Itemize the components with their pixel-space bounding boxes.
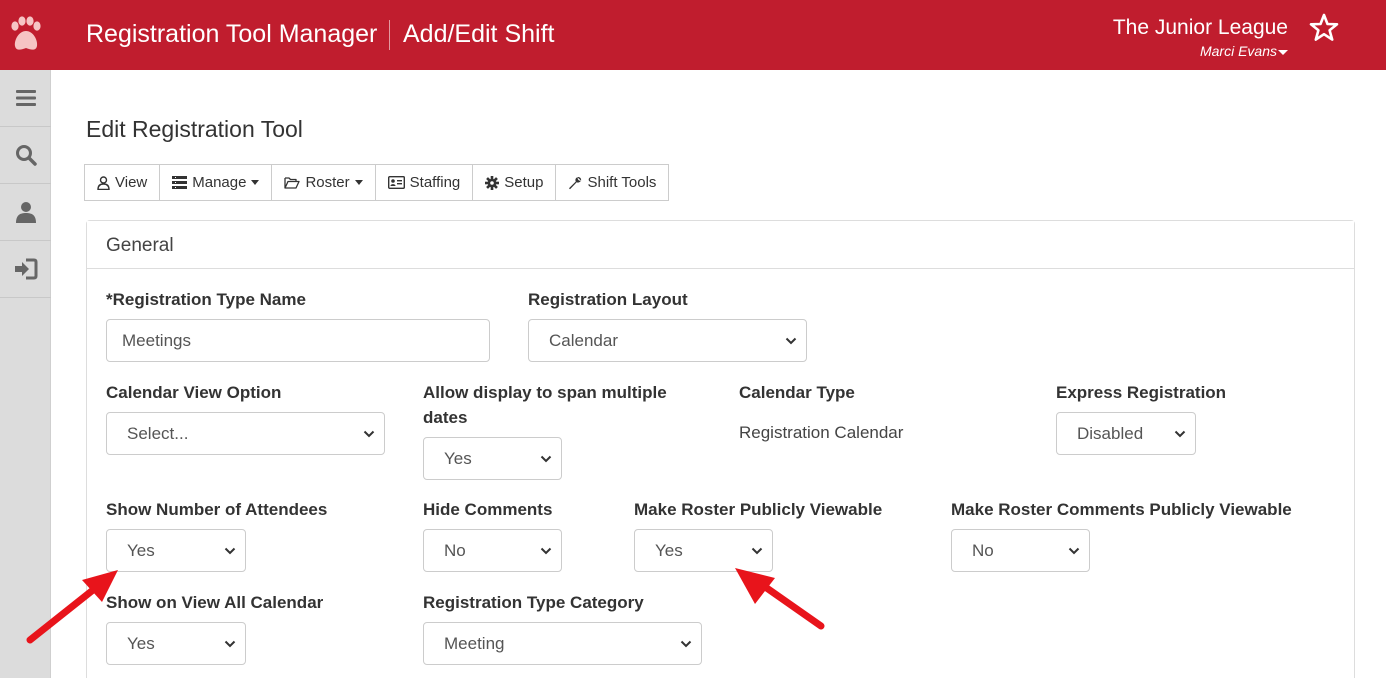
shift-tools-button[interactable]: Shift Tools [555, 164, 670, 201]
organization-name: The Junior League [1112, 16, 1288, 39]
search-icon [15, 145, 37, 166]
registration-type-name-value: Meetings [122, 330, 191, 350]
chevron-down-icon [1174, 430, 1186, 438]
allow-span-dates-value: Yes [444, 448, 472, 468]
list-icon [172, 176, 188, 189]
calendar-view-option-value: Select... [127, 423, 189, 443]
folder-open-icon [284, 177, 301, 189]
view-label: View [115, 174, 148, 191]
registration-type-category-value: Meeting [444, 633, 505, 653]
roster-public-select[interactable]: Yes [634, 529, 773, 572]
caret-down-icon [251, 180, 260, 185]
user-name: Marci Evans [1199, 43, 1277, 59]
logout-icon [14, 258, 37, 280]
sidebar-item-search[interactable] [0, 127, 51, 184]
chevron-down-icon [540, 455, 552, 463]
hide-comments-label: Hide Comments [423, 500, 553, 519]
registration-layout-label: Registration Layout [528, 290, 688, 309]
star-icon[interactable] [1309, 13, 1339, 43]
registration-type-category-select[interactable]: Meeting [423, 622, 702, 665]
roster-comments-public-value: No [972, 540, 994, 560]
top-navbar: Registration Tool Manager Add/Edit Shift… [0, 0, 1386, 70]
caret-down-icon [354, 180, 363, 185]
id-card-icon [387, 176, 405, 189]
user-menu[interactable]: Marci Evans [1200, 43, 1288, 59]
view-button[interactable]: View [84, 164, 161, 201]
show-number-attendees-select[interactable]: Yes [106, 529, 246, 572]
sidebar-item-user[interactable] [0, 184, 51, 241]
allow-span-dates-select[interactable]: Yes [423, 437, 562, 480]
show-on-view-all-value: Yes [127, 633, 155, 653]
user-outline-icon [97, 175, 110, 190]
hide-comments-select[interactable]: No [423, 529, 562, 572]
staffing-button[interactable]: Staffing [374, 164, 474, 201]
show-number-attendees-value: Yes [127, 540, 155, 560]
calendar-type-value: Registration Calendar [739, 423, 904, 442]
panel-heading: General [87, 221, 1354, 269]
express-registration-select[interactable]: Disabled [1056, 412, 1196, 455]
registration-type-name-input[interactable]: Meetings [106, 319, 490, 362]
show-on-view-all-label: Show on View All Calendar [106, 593, 324, 612]
show-on-view-all-select[interactable]: Yes [106, 622, 246, 665]
setup-button[interactable]: Setup [472, 164, 557, 201]
chevron-down-icon [363, 430, 375, 438]
roster-public-value: Yes [655, 540, 683, 560]
sidebar [0, 70, 51, 678]
page-breadcrumb: Add/Edit Shift [403, 20, 555, 48]
user-icon [15, 202, 36, 223]
calendar-view-option-select[interactable]: Select... [106, 412, 385, 455]
allow-span-dates-label: Allow display to span multiple dates [423, 383, 667, 427]
shift-tools-label: Shift Tools [587, 174, 657, 191]
page-title: Edit Registration Tool [86, 116, 303, 142]
tool-toolbar: View Manage Roster Staffing Setup Shift … [84, 164, 670, 201]
roster-label: Roster [305, 174, 350, 191]
setup-label: Setup [504, 174, 544, 191]
chevron-down-icon [751, 547, 763, 555]
roster-comments-public-label: Make Roster Comments Publicly Viewable [951, 500, 1292, 519]
roster-public-label: Make Roster Publicly Viewable [634, 500, 883, 519]
calendar-type-label: Calendar Type [739, 383, 855, 402]
sidebar-item-menu[interactable] [0, 70, 51, 127]
chevron-down-icon [224, 640, 236, 648]
registration-type-category-label: Registration Type Category [423, 593, 644, 612]
roster-comments-public-select[interactable]: No [951, 529, 1090, 572]
registration-type-name-label: *Registration Type Name [106, 290, 306, 309]
staffing-label: Staffing [409, 174, 461, 191]
calendar-view-option-label: Calendar View Option [106, 383, 282, 402]
gear-icon [485, 175, 500, 190]
chevron-down-icon [224, 547, 236, 555]
chevron-down-icon [540, 547, 552, 555]
manage-label: Manage [192, 174, 247, 191]
paw-icon[interactable] [8, 16, 42, 54]
roster-dropdown-button[interactable]: Roster [271, 164, 376, 201]
wrench-icon [569, 176, 582, 189]
express-registration-value: Disabled [1077, 423, 1144, 443]
manage-dropdown-button[interactable]: Manage [159, 164, 273, 201]
chevron-down-icon [1068, 547, 1080, 555]
show-number-attendees-label: Show Number of Attendees [106, 500, 328, 519]
caret-down-icon [1278, 49, 1288, 55]
registration-layout-value: Calendar [549, 330, 618, 350]
chevron-down-icon [680, 640, 692, 648]
app-title: Registration Tool Manager [86, 20, 378, 48]
hide-comments-value: No [444, 540, 466, 560]
sidebar-item-logout[interactable] [0, 241, 51, 298]
title-divider [389, 20, 390, 50]
registration-layout-select[interactable]: Calendar [528, 319, 807, 362]
menu-icon [15, 90, 36, 106]
chevron-down-icon [785, 337, 797, 345]
express-registration-label: Express Registration [1056, 383, 1227, 402]
